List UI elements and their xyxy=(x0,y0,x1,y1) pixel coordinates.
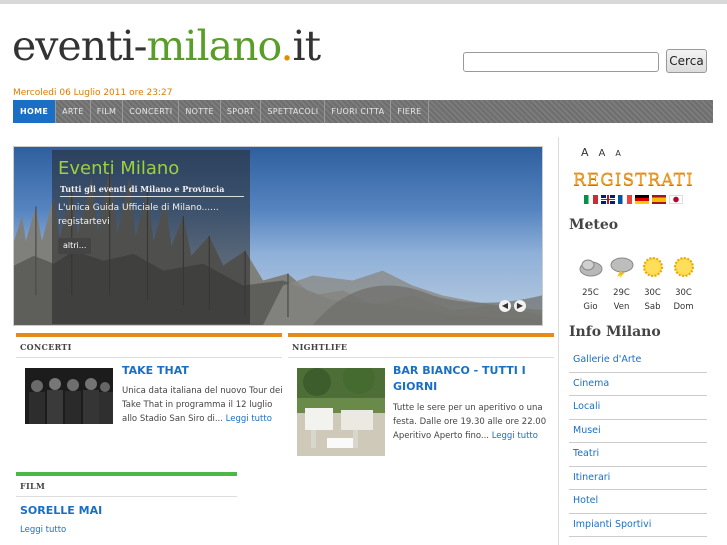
nav-item-fiere[interactable]: FIERE xyxy=(391,100,429,123)
register-link[interactable]: REGISTRATI xyxy=(573,170,694,190)
flag-german-icon[interactable] xyxy=(635,195,649,204)
weather-day: 29C Ven xyxy=(608,255,635,314)
weather-temp: 30C xyxy=(644,288,661,298)
storm-icon xyxy=(610,257,633,279)
film-article-title[interactable]: SORELLE MAI xyxy=(20,503,220,519)
info-link-hotel[interactable]: Hotel xyxy=(569,490,707,514)
language-flags xyxy=(584,195,683,204)
slider-more-button[interactable]: altri... xyxy=(58,238,92,254)
info-link-gallerie[interactable]: Gallerie d'Arte xyxy=(569,349,707,373)
site-logo[interactable]: eventi-milano.it xyxy=(12,22,322,70)
weather-day: 25C Gio xyxy=(577,255,604,314)
info-link-itinerari[interactable]: Itinerari xyxy=(569,467,707,490)
flag-japanese-icon[interactable] xyxy=(669,195,683,204)
section-film: FILM xyxy=(16,472,237,497)
sun-icon xyxy=(642,257,663,277)
font-size-medium[interactable]: A xyxy=(599,148,606,159)
weather-temp: 25C xyxy=(582,288,599,298)
slider-subtitle: Tutti gli eventi di Milano e Provincia xyxy=(60,184,244,197)
nightlife-read-more-link[interactable]: Leggi tutto xyxy=(492,431,538,441)
info-milano-list: Gallerie d'Arte Cinema Locali Musei Teat… xyxy=(569,349,707,537)
meteo-title: Meteo xyxy=(569,217,619,233)
info-link-musei[interactable]: Musei xyxy=(569,420,707,443)
font-size-controls: A A A xyxy=(581,146,621,159)
section-concerti-heading: CONCERTI xyxy=(16,337,282,358)
weather-temp: 30C xyxy=(675,288,692,298)
bar-bianco-photo[interactable] xyxy=(297,368,385,456)
font-size-small[interactable]: A xyxy=(615,149,620,158)
concerti-article-text: Unica data italiana del nuovo Tour dei T… xyxy=(122,384,284,426)
next-arrow-icon[interactable]: ▶ xyxy=(514,300,526,312)
weather-forecast: 25C Gio 29C Ven 30C Sab 30C Dom xyxy=(577,255,697,314)
nav-item-notte[interactable]: NOTTE xyxy=(179,100,221,123)
info-milano-title: Info Milano xyxy=(569,324,661,340)
weather-temp: 29C xyxy=(613,288,630,298)
section-concerti: CONCERTI xyxy=(16,333,282,358)
section-nightlife-heading: NIGHTLIFE xyxy=(288,337,554,358)
section-nightlife: NIGHTLIFE xyxy=(288,333,554,358)
info-link-teatri[interactable]: Teatri xyxy=(569,443,707,467)
featured-slider: Eventi Milano Tutti gli eventi di Milano… xyxy=(13,146,543,326)
weather-day: 30C Sab xyxy=(639,255,666,314)
current-date: Mercoledi 06 Luglio 2011 ore 23:27 xyxy=(13,88,173,98)
main-nav: HOME ARTE FILM CONCERTI NOTTE SPORT SPET… xyxy=(13,100,713,123)
info-link-impianti-sportivi[interactable]: Impianti Sportivi xyxy=(569,514,707,537)
nav-item-film[interactable]: FILM xyxy=(91,100,124,123)
take-that-photo[interactable] xyxy=(25,368,113,424)
info-link-locali[interactable]: Locali xyxy=(569,396,707,420)
search-input[interactable] xyxy=(463,52,659,72)
slider-text: L'unica Guida Ufficiale di Milano...... … xyxy=(58,203,219,227)
nightlife-article-text: Tutte le sere per un aperitivo o una fes… xyxy=(393,401,551,443)
nav-item-spettacoli[interactable]: SPETTACOLI xyxy=(261,100,326,123)
flag-french-icon[interactable] xyxy=(618,195,632,204)
flag-english-icon[interactable] xyxy=(601,195,615,204)
weather-day-label: Dom xyxy=(673,302,694,312)
weather-day-label: Ven xyxy=(613,302,630,312)
weather-day-label: Gio xyxy=(583,302,598,312)
concerti-read-more-link[interactable]: Leggi tutto xyxy=(226,414,272,424)
sun-icon xyxy=(673,257,694,277)
weather-day: 30C Dom xyxy=(670,255,697,314)
slider-arrows: ◀ ▶ xyxy=(499,300,526,312)
logo-part-milano: milano xyxy=(146,22,282,70)
nav-item-sport[interactable]: SPORT xyxy=(221,100,262,123)
nav-item-concerti[interactable]: CONCERTI xyxy=(123,100,180,123)
nav-item-arte[interactable]: ARTE xyxy=(56,100,91,123)
prev-arrow-icon[interactable]: ◀ xyxy=(499,300,511,312)
nav-item-fuori-citta[interactable]: FUORI CITTA xyxy=(325,100,392,123)
font-size-large[interactable]: A xyxy=(581,146,589,159)
nav-item-home[interactable]: HOME xyxy=(13,100,57,123)
flag-spanish-icon[interactable] xyxy=(652,195,666,204)
logo-part-it: it xyxy=(292,22,322,70)
flag-italian-icon[interactable] xyxy=(584,195,598,204)
cloud-icon xyxy=(579,259,602,277)
logo-part-eventi: eventi- xyxy=(12,22,148,70)
weather-day-label: Sab xyxy=(644,302,661,312)
info-link-cinema[interactable]: Cinema xyxy=(569,373,707,396)
top-bar xyxy=(0,0,727,4)
search-button[interactable]: Cerca xyxy=(666,49,707,73)
nightlife-article-title[interactable]: BAR BIANCO - TUTTI I GIORNI xyxy=(393,363,545,395)
concerti-article-title[interactable]: TAKE THAT xyxy=(122,363,282,379)
logo-part-dot: . xyxy=(280,22,293,70)
film-article-text: Leggi tutto xyxy=(20,523,220,537)
slider-title: Eventi Milano xyxy=(58,158,180,179)
section-film-heading: FILM xyxy=(16,476,237,497)
film-read-more-link[interactable]: Leggi tutto xyxy=(20,525,66,535)
sidebar: A A A REGISTRATI Meteo 25C Gio 29C Ven 3… xyxy=(558,137,716,545)
